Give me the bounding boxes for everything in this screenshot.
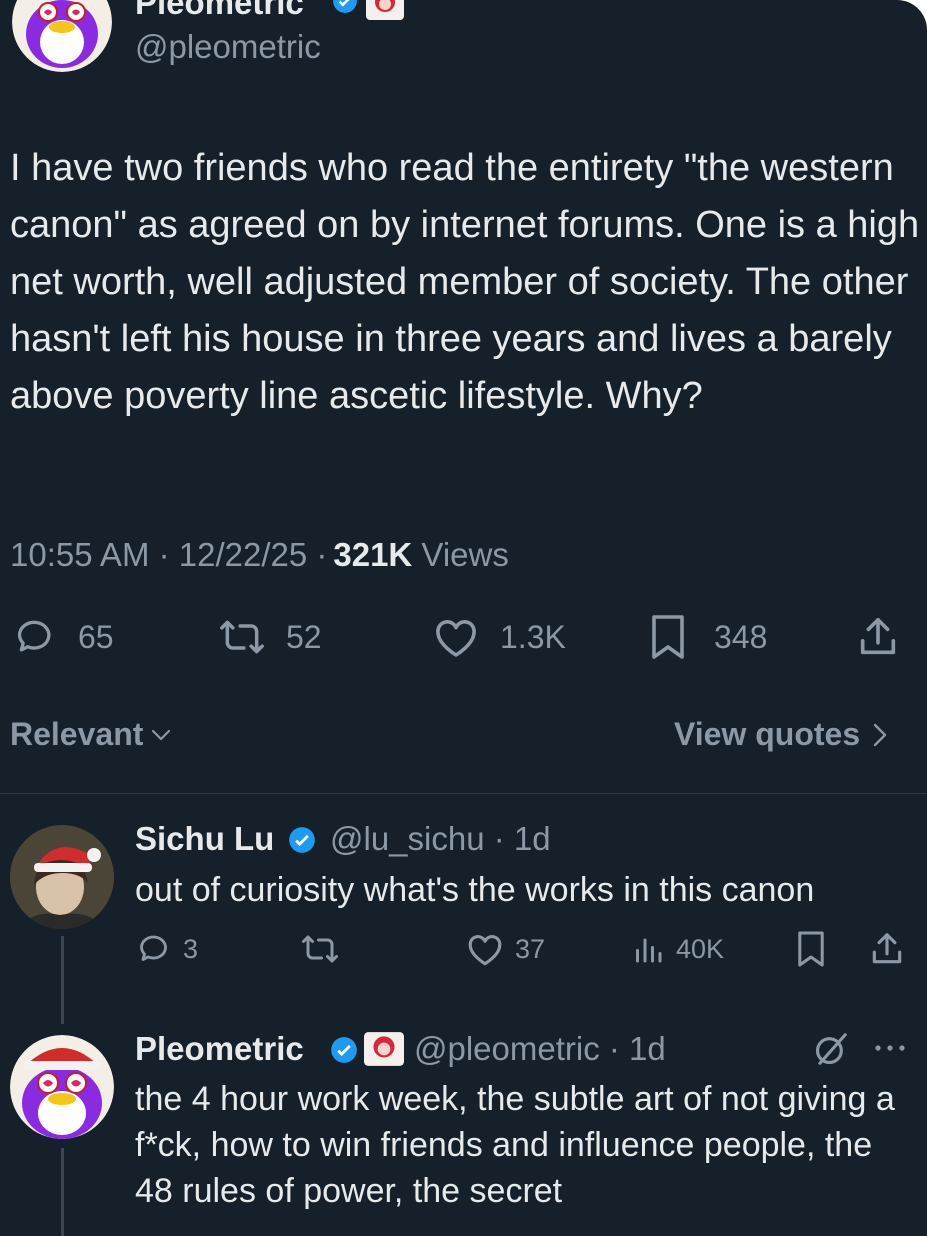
reply2-author-avatar[interactable] [10,1035,114,1139]
chevron-right-icon [870,720,890,750]
penguin-avatar-icon [12,0,112,72]
sort-dropdown[interactable]: Relevant [10,716,173,753]
reply-views-count: 40K [676,933,725,964]
view-quotes-link[interactable]: View quotes [674,716,890,753]
more-options-icon[interactable] [873,1040,907,1061]
like-count: 1.3K [500,618,566,655]
bookmark-icon [795,929,827,969]
reply-icon [14,615,58,659]
tweet-timestamp[interactable]: 10:55 AM · 12/22/25 · [10,536,327,574]
views-count: 321K [333,536,413,573]
reply-reply-action[interactable]: 3 [137,931,198,967]
reply-bookmark-action[interactable] [795,929,827,969]
thread-line [61,936,64,1024]
reply-reply-count: 3 [183,933,199,964]
affiliate-badge-icon [366,0,404,25]
reply-icon [137,931,173,967]
screen: Pleometric @pleometric I have two friend… [0,0,927,1236]
penguin-santa-avatar-icon [10,1035,114,1139]
divider [0,793,927,794]
heart-icon [465,931,505,967]
like-action[interactable]: 1.3K [432,615,566,659]
views-label: Views [412,536,509,573]
main-tweet-text: I have two friends who read the entirety… [10,147,920,417]
bookmark-action[interactable]: 348 [648,613,767,661]
verified-badge-icon [332,0,358,19]
thread-line [61,1148,64,1236]
reply-author-name[interactable]: Sichu Lu [135,820,274,858]
tweet-meta: 10:55 AM · 12/22/25 · 321K Views [10,536,509,574]
reply-author-handle[interactable]: @lu_sichu · 1d [330,820,551,858]
reply-views-action[interactable]: 40K [630,931,724,967]
reply2-text: the 4 hour work week, the subtle art of … [135,1080,895,1210]
reply-like-action[interactable]: 37 [465,931,545,967]
chevron-down-icon [149,723,173,747]
main-author-handle[interactable]: @pleometric [135,28,321,66]
reply-action[interactable]: 65 [14,615,114,659]
verified-badge-icon [288,826,316,859]
santa-hat-avatar-icon [10,825,114,929]
repost-icon [218,615,266,659]
bookmark-icon [648,613,688,661]
sort-label: Relevant [10,716,144,752]
repost-action[interactable]: 52 [218,615,322,659]
reply-repost-action[interactable] [300,931,340,967]
main-author-name[interactable]: Pleometric [135,0,304,22]
reply2-author-name[interactable]: Pleometric [135,1030,304,1068]
view-quotes-label: View quotes [674,716,861,752]
affiliate-badge-icon [364,1032,404,1071]
analytics-icon [630,931,666,967]
reply2-author-handle[interactable]: @pleometric · 1d [414,1030,666,1068]
share-icon [868,930,906,968]
heart-icon [432,615,480,659]
reply-author-avatar[interactable] [10,825,114,929]
reply-count: 65 [78,618,114,655]
reply-share-action[interactable] [868,930,906,968]
grok-icon[interactable] [812,1030,850,1073]
share-icon [855,614,901,660]
repost-count: 52 [286,618,322,655]
share-action[interactable] [855,614,901,660]
reply-like-count: 37 [515,933,546,964]
main-author-avatar[interactable] [12,0,112,72]
repost-icon [300,931,340,967]
bookmark-count: 348 [714,618,768,655]
verified-badge-icon [330,1036,358,1069]
reply-text: out of curiosity what's the works in thi… [135,871,815,909]
